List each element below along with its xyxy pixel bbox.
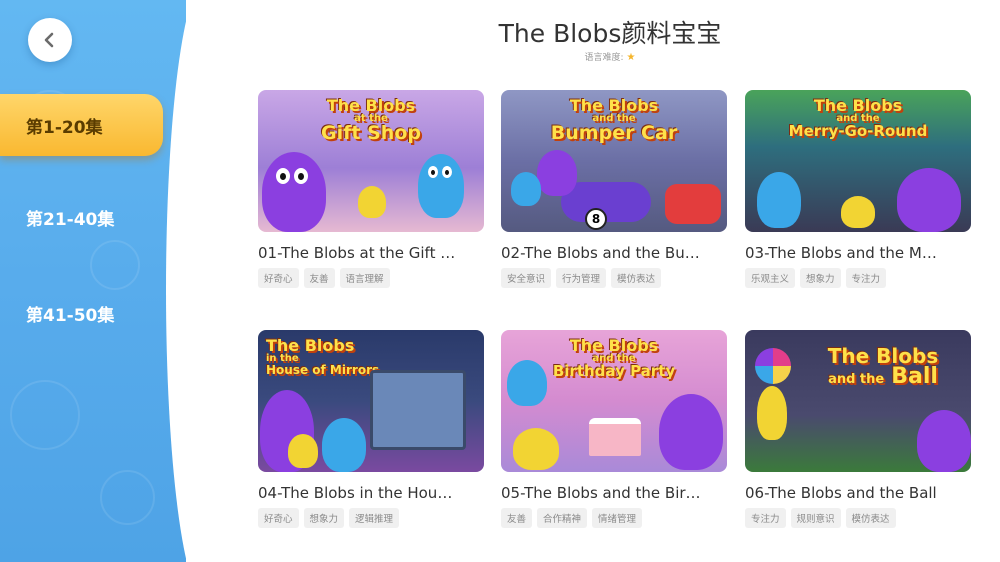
episode-thumbnail[interactable]: The Blobs and the Bumper Car 8 [501, 90, 727, 232]
episode-card-05[interactable]: The Blobs and the Birthday Party 05-The … [501, 330, 727, 528]
purple-blob-character [659, 394, 723, 470]
episode-thumbnail[interactable]: The Blobs and the Birthday Party [501, 330, 727, 472]
episode-card-01[interactable]: The Blobs at the Gift Shop 01-The Blobs … [258, 90, 484, 288]
tag: 规则意识 [790, 508, 841, 528]
tab-episodes-1-20[interactable]: 第1-20集 [0, 94, 163, 156]
tag: 友善 [303, 268, 335, 288]
episode-card-02[interactable]: The Blobs and the Bumper Car 8 02-The Bl… [501, 90, 727, 288]
thumb-title-line: Gift Shop [321, 122, 421, 144]
star-icon: ★ [626, 52, 636, 63]
tag: 专注力 [745, 508, 786, 528]
ball-icon [755, 348, 791, 384]
tag: 行为管理 [556, 268, 607, 288]
tag: 乐观主义 [745, 268, 796, 288]
blue-blob-character [418, 154, 464, 218]
tag: 好奇心 [258, 508, 299, 528]
mirror-frame [370, 370, 466, 450]
tag: 语言理解 [339, 268, 390, 288]
episode-title[interactable]: 03-The Blobs and the M… [745, 244, 971, 262]
yellow-blob-character [757, 386, 787, 440]
tag-list: 专注力 规则意识 模仿表达 [745, 508, 971, 528]
red-bumper-car [665, 184, 721, 224]
tag: 安全意识 [501, 268, 552, 288]
episode-thumbnail[interactable]: The Blobs in the House of Mirrors [258, 330, 484, 472]
blue-blob-character [322, 418, 366, 472]
episode-thumbnail[interactable]: The Blobs and the Ball [745, 330, 971, 472]
thumb-title-line: The Blobs [266, 336, 355, 355]
purple-blob-character [262, 152, 326, 232]
chevron-left-icon [44, 32, 54, 48]
car-number-badge: 8 [585, 208, 607, 230]
blue-blob-character [757, 172, 801, 228]
difficulty-label: 语言难度: [584, 53, 624, 63]
tag: 想象力 [800, 268, 841, 288]
thumb-title-line: Ball [891, 364, 938, 389]
tag: 专注力 [845, 268, 887, 288]
sidebar [0, 0, 186, 562]
tag-list: 乐观主义 想象力 专注力 [745, 268, 971, 288]
episode-title[interactable]: 06-The Blobs and the Ball [745, 484, 971, 502]
episode-title[interactable]: 04-The Blobs in the Hou… [258, 484, 484, 502]
thumb-title-line: The Blobs [813, 96, 903, 115]
episode-thumbnail[interactable]: The Blobs at the Gift Shop [258, 90, 484, 232]
episode-thumbnail[interactable]: The Blobs and the Merry-Go-Round [745, 90, 971, 232]
yellow-blob-character [513, 428, 559, 470]
yellow-blob-character [841, 196, 875, 228]
thumb-title-line: The Blobs [326, 96, 416, 115]
episode-card-06[interactable]: The Blobs and the Ball 06-The Blobs and … [745, 330, 971, 528]
thumb-title-line: The Blobs [569, 336, 659, 355]
thumb-title-line: and the [828, 372, 885, 387]
tag-list: 好奇心 想象力 逻辑推理 [258, 508, 484, 528]
blue-blob-character [507, 360, 547, 406]
difficulty-rating: 语言难度: ★ [540, 50, 680, 63]
thumb-title-line: The Blobs [569, 96, 659, 115]
yellow-blob-character [288, 434, 318, 468]
episode-title[interactable]: 02-The Blobs and the Bu… [501, 244, 727, 262]
thumb-title-line: Merry-Go-Round [788, 122, 928, 140]
thumb-title-line: Bumper Car [550, 122, 678, 144]
tab-episodes-21-40[interactable]: 第21-40集 [0, 186, 163, 248]
page-title: The Blobs颜料宝宝 [498, 19, 722, 48]
tag: 逻辑推理 [349, 508, 400, 528]
episode-title[interactable]: 01-The Blobs at the Gift … [258, 244, 484, 262]
tab-episodes-41-50[interactable]: 第41-50集 [0, 282, 163, 344]
yellow-blob-character [358, 186, 386, 218]
episode-card-04[interactable]: The Blobs in the House of Mirrors 04-The… [258, 330, 484, 528]
purple-blob-character [917, 410, 971, 472]
birthday-cake [589, 418, 641, 456]
tag-list: 安全意识 行为管理 模仿表达 [501, 268, 727, 288]
tag: 情绪管理 [592, 508, 643, 528]
tag-list: 友善 合作精神 情绪管理 [501, 508, 727, 528]
tag-list: 好奇心 友善 语言理解 [258, 268, 484, 288]
tag: 友善 [501, 508, 533, 528]
tag: 想象力 [303, 508, 345, 528]
tag: 合作精神 [537, 508, 588, 528]
back-button[interactable] [28, 18, 72, 62]
tag: 好奇心 [258, 268, 299, 288]
purple-blob-character [537, 150, 577, 196]
episode-title[interactable]: 05-The Blobs and the Bir… [501, 484, 727, 502]
thumb-title-line: The Blobs [827, 344, 939, 368]
tag: 模仿表达 [845, 508, 896, 528]
blue-blob-character [511, 172, 541, 206]
purple-blob-character [897, 168, 961, 232]
tag: 模仿表达 [611, 268, 662, 288]
episode-card-03[interactable]: The Blobs and the Merry-Go-Round 03-The … [745, 90, 971, 288]
